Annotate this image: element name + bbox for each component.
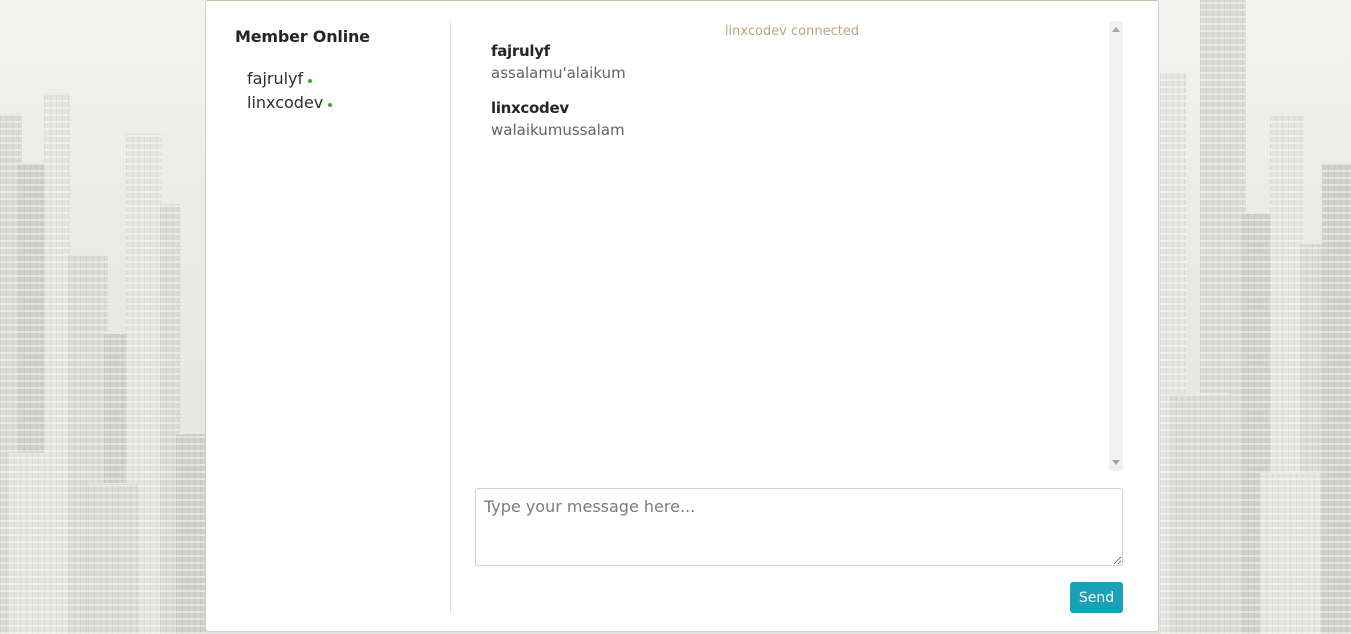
member-sidebar: Member Online fajrulyf linxcodev <box>206 1 451 631</box>
message-scrollbar[interactable] <box>1109 21 1123 471</box>
message-text: walaikumussalam <box>491 121 625 139</box>
send-button[interactable]: Send <box>1070 582 1123 613</box>
member-item: fajrulyf <box>247 67 332 91</box>
scroll-up-icon[interactable] <box>1112 27 1120 32</box>
message-input[interactable] <box>475 488 1123 566</box>
city-background-left <box>0 0 206 634</box>
chat-card: Member Online fajrulyf linxcodev linxcod… <box>205 0 1159 632</box>
system-message: linxcodev connected <box>724 24 860 39</box>
member-name: fajrulyf <box>247 69 304 88</box>
chat-panel: linxcodev connected fajrulyf assalamu'al… <box>475 21 1123 471</box>
message-author: linxcodev <box>491 99 569 117</box>
member-list: fajrulyf linxcodev <box>247 67 333 115</box>
sidebar-divider <box>450 21 451 613</box>
scroll-down-icon[interactable] <box>1112 460 1120 465</box>
message-author: fajrulyf <box>491 42 550 60</box>
online-status-icon <box>308 78 313 83</box>
online-status-icon <box>328 102 333 107</box>
chat-message: fajrulyf assalamu'alaikum <box>491 41 626 83</box>
member-name: linxcodev <box>247 93 324 112</box>
member-item: linxcodev <box>247 91 333 115</box>
chat-message: linxcodev walaikumussalam <box>491 98 625 140</box>
message-list[interactable]: linxcodev connected fajrulyf assalamu'al… <box>475 21 1109 471</box>
member-online-title: Member Online <box>235 27 370 46</box>
message-text: assalamu'alaikum <box>491 64 626 82</box>
city-background-right <box>1160 0 1351 634</box>
